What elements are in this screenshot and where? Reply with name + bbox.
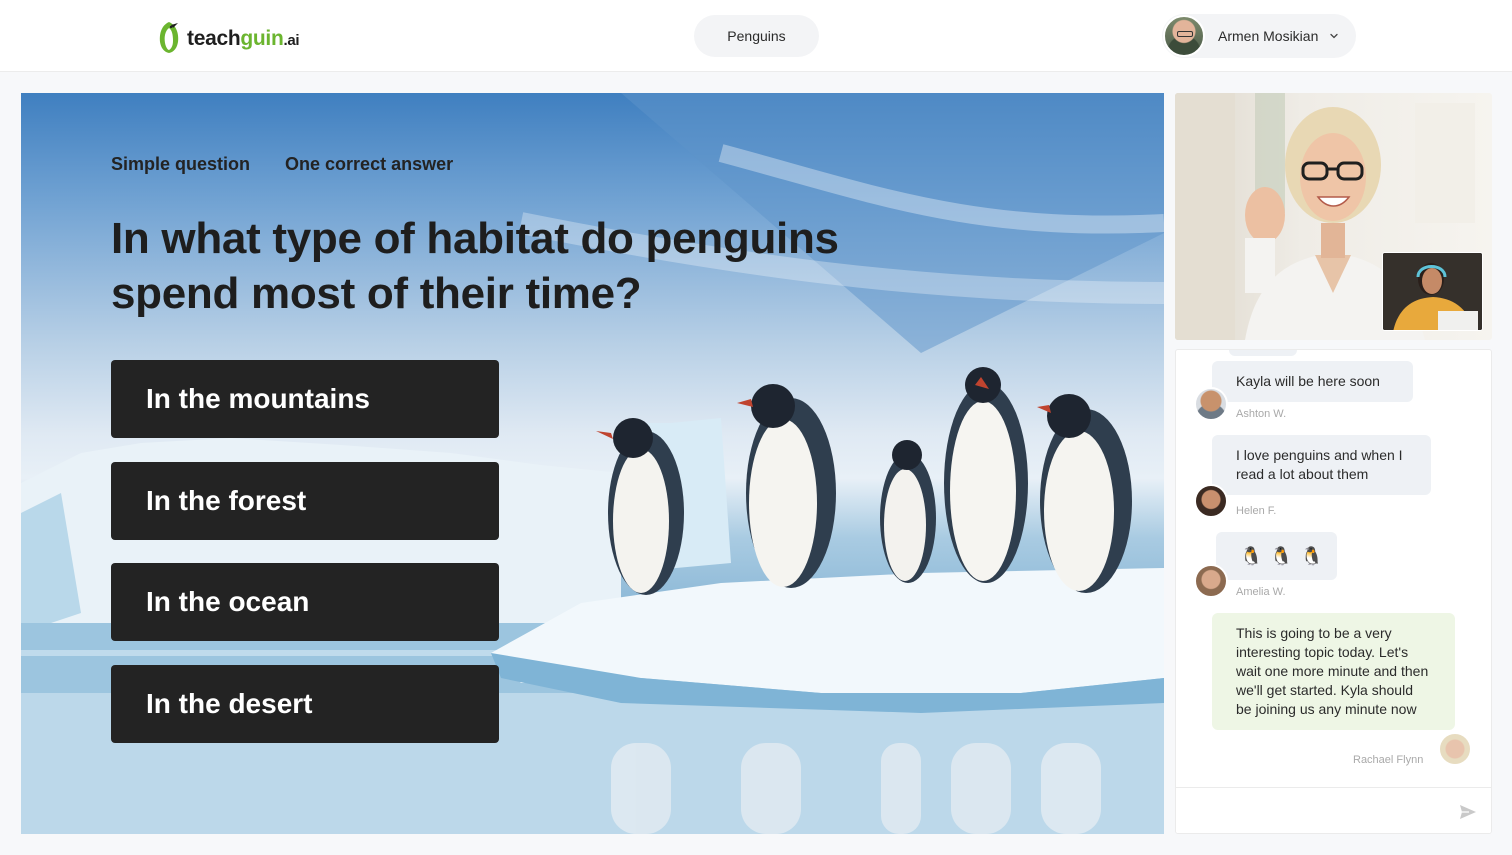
answer-option[interactable]: In the desert bbox=[111, 665, 499, 743]
logo-text-guin: guin bbox=[240, 27, 284, 50]
answer-option[interactable]: In the ocean bbox=[111, 563, 499, 641]
chat-sender: Rachael Flynn bbox=[1353, 754, 1424, 766]
send-icon[interactable] bbox=[1459, 803, 1477, 821]
penguin-logo-icon bbox=[159, 22, 179, 53]
penguin-emoji-icon: 🐧 bbox=[1270, 546, 1293, 566]
answer-mode-label: One correct answer bbox=[285, 154, 454, 174]
avatar[interactable] bbox=[1194, 387, 1228, 421]
question-type-label: Simple question bbox=[111, 154, 251, 174]
penguin-4 bbox=[944, 367, 1028, 583]
quiz-panel: Simple question One correct answer In wh… bbox=[21, 93, 1164, 834]
penguin-2 bbox=[737, 384, 836, 588]
self-view-feed[interactable] bbox=[1382, 252, 1483, 331]
top-bar: teachguin.ai Penguins Armen Mosikian bbox=[0, 0, 1512, 72]
question-text: In what type of habitat do penguins spen… bbox=[111, 214, 839, 318]
avatar[interactable] bbox=[1438, 732, 1472, 766]
user-avatar bbox=[1163, 15, 1205, 57]
penguin-emoji-icon: 🐧 bbox=[1240, 546, 1263, 566]
chat-sender: Ashton W. bbox=[1236, 408, 1287, 420]
question-meta: Simple question One correct answer bbox=[111, 154, 453, 175]
video-main-feed[interactable] bbox=[1175, 93, 1492, 340]
answer-option[interactable]: In the mountains bbox=[111, 360, 499, 438]
topic-pill[interactable]: Penguins bbox=[694, 15, 819, 57]
previous-message-stub bbox=[1229, 350, 1297, 356]
logo-text-teach: teach bbox=[187, 27, 241, 50]
student-video-image bbox=[1383, 253, 1482, 330]
chat-message-text: Kayla will be here soon bbox=[1236, 373, 1380, 389]
user-name: Armen Mosikian bbox=[1218, 28, 1319, 44]
user-menu[interactable]: Armen Mosikian bbox=[1162, 14, 1356, 58]
avatar[interactable] bbox=[1194, 484, 1228, 518]
answer-option[interactable]: In the forest bbox=[111, 462, 499, 540]
penguin-3 bbox=[880, 440, 936, 583]
chat-message-text: This is going to be a very interesting t… bbox=[1236, 625, 1429, 717]
chat-sender: Amelia W. bbox=[1236, 586, 1286, 598]
avatar[interactable] bbox=[1194, 564, 1228, 598]
chat-message-own: This is going to be a very interesting t… bbox=[1212, 613, 1455, 730]
chevron-down-icon bbox=[1330, 33, 1339, 39]
chat-message: I love penguins and when I read a lot ab… bbox=[1212, 435, 1431, 495]
penguin-5 bbox=[1037, 394, 1132, 593]
chat-panel: Kayla will be here soon Ashton W. I love… bbox=[1175, 349, 1492, 834]
chat-message: 🐧 🐧 🐧 bbox=[1216, 532, 1337, 580]
chat-input[interactable] bbox=[1176, 787, 1491, 833]
emoji-row: 🐧 🐧 🐧 bbox=[1240, 544, 1323, 568]
chat-message: Kayla will be here soon bbox=[1212, 361, 1413, 402]
chat-message-text: I love penguins and when I read a lot ab… bbox=[1236, 447, 1403, 482]
penguin-emoji-icon: 🐧 bbox=[1300, 546, 1324, 566]
chat-sender: Helen F. bbox=[1236, 505, 1277, 517]
teachguin-logo[interactable]: teachguin.ai bbox=[156, 20, 300, 54]
logo-text-domain: .ai bbox=[283, 32, 300, 49]
